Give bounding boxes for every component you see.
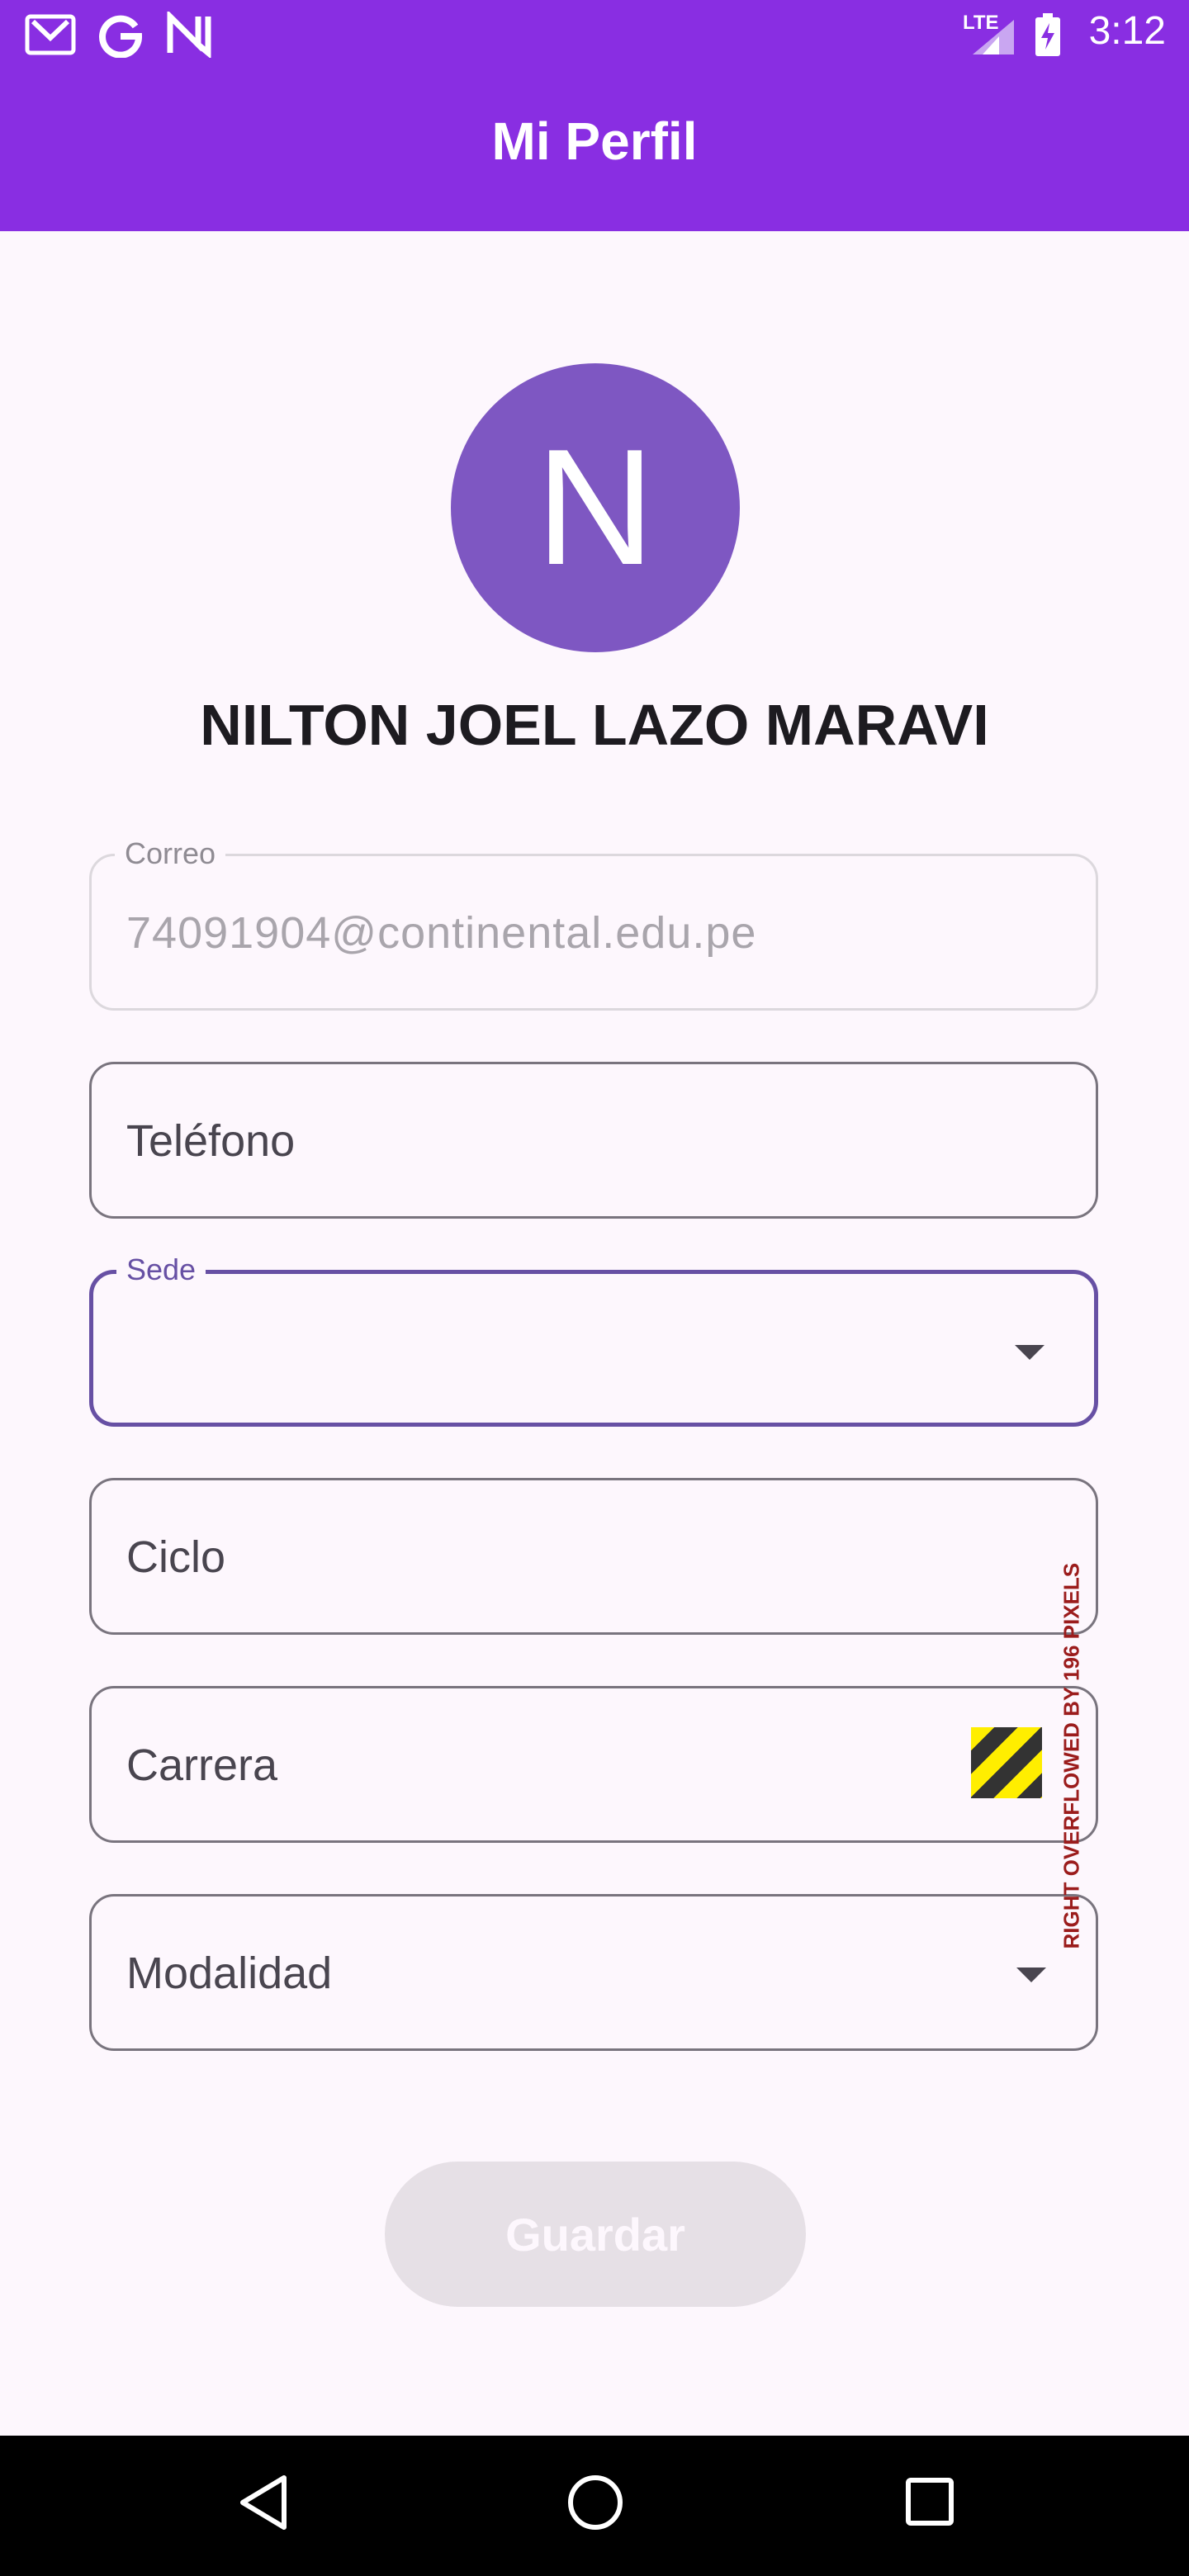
avatar-initial: N — [535, 415, 656, 599]
page-title: Mi Perfil — [491, 111, 698, 171]
gmail-icon — [25, 14, 76, 55]
email-field: Correo 74091904@continental.edu.pe — [89, 836, 1098, 1011]
email-field-value: 74091904@continental.edu.pe — [126, 908, 757, 958]
clock-time: 3:12 — [1088, 9, 1166, 53]
cycle-field[interactable]: Ciclo — [89, 1478, 1098, 1635]
back-icon[interactable] — [236, 2473, 291, 2532]
signal-icon — [973, 20, 1014, 54]
avatar: N — [451, 363, 740, 652]
campus-dropdown-label: Sede — [116, 1252, 206, 1287]
recents-icon[interactable] — [903, 2473, 956, 2532]
overflow-warning-stripe — [971, 1727, 1042, 1798]
modality-dropdown[interactable]: Modalidad — [89, 1894, 1098, 2051]
phone-field[interactable]: Teléfono — [89, 1062, 1098, 1219]
google-icon — [99, 15, 143, 58]
career-field[interactable]: Carrera — [89, 1686, 1098, 1843]
dropdown-arrow-icon — [1016, 1968, 1046, 1982]
phone-field-label: Teléfono — [126, 1116, 296, 1166]
modality-dropdown-label: Modalidad — [126, 1949, 333, 1998]
save-button[interactable]: Guardar — [385, 2162, 806, 2307]
overflow-warning-text: RIGHT OVERFLOWED BY 196 PIXELS — [1059, 1562, 1084, 1949]
n-app-icon — [167, 12, 211, 58]
app-bar: Mi Perfil — [0, 69, 1189, 231]
career-field-label: Carrera — [126, 1740, 278, 1790]
campus-dropdown[interactable]: Sede — [89, 1252, 1098, 1427]
email-field-label: Correo — [115, 836, 226, 871]
battery-charging-icon — [1035, 13, 1060, 56]
profile-name: NILTON JOEL LAZO MARAVI — [200, 693, 989, 757]
dropdown-arrow-icon — [1015, 1345, 1045, 1360]
status-bar: LTE 3:12 — [0, 0, 1189, 69]
overflow-warning: RIGHT OVERFLOWED BY 196 PIXELS — [1055, 1563, 1084, 1949]
cycle-field-label: Ciclo — [126, 1532, 226, 1582]
home-icon[interactable] — [566, 2473, 625, 2532]
system-nav-bar — [0, 2436, 1189, 2576]
